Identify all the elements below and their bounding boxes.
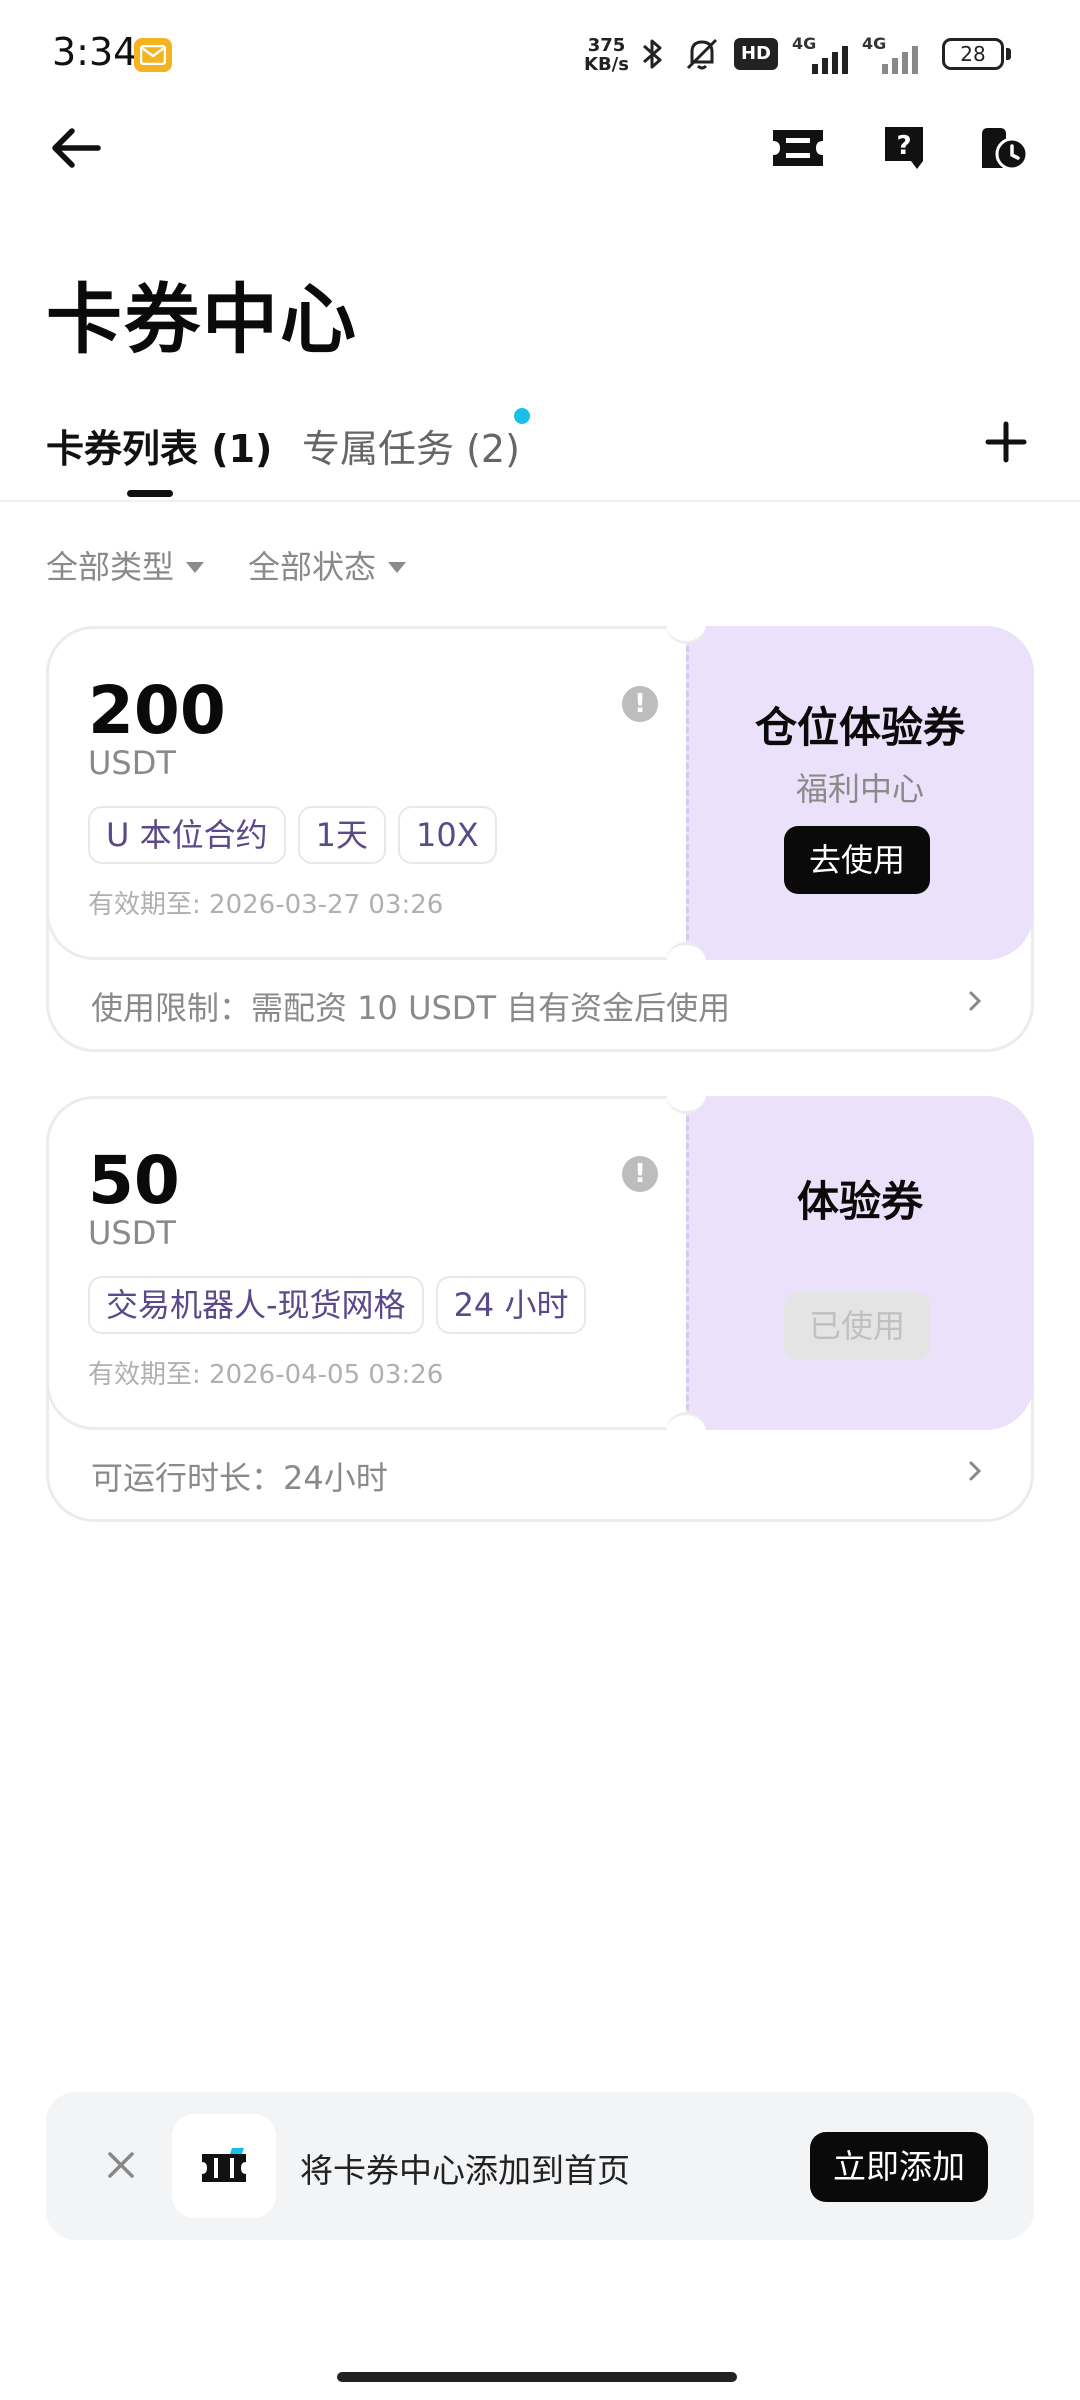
coupon-validity: 有效期至: 2026-03-27 03:26 [88,890,444,920]
notch [666,1074,706,1114]
coupon-card-body: 体验券 已使用 50 USDT ! 交易机器人-现货网格 24 小时 有效期至:… [46,1074,1034,1452]
notch [666,1412,706,1452]
coupon-tags: 交易机器人-现货网格 24 小时 [88,1276,587,1334]
net-speed: 375 KB/s [584,36,629,74]
notification-dot [514,408,530,424]
svg-text:?: ? [896,131,911,161]
coupon-footer-text: 使用限制：需配资 10 USDT 自有资金后使用 [91,989,731,1027]
coupon-card-right: 仓位体验券 福利中心 去使用 [686,626,1034,960]
battery-tip [1006,48,1011,60]
coupon-tag: 交易机器人-现货网格 [88,1276,424,1334]
app-icon [172,2114,276,2218]
home-indicator[interactable] [337,2372,737,2382]
hd-badge: HD [734,38,778,70]
filter-type-label: 全部类型 [46,548,175,586]
perforation-line [686,646,689,940]
coupon-title: 仓位体验券 [754,703,965,752]
coupon-subtitle: 福利中心 [795,770,924,808]
mail-icon [134,38,172,72]
coupon-tag: U 本位合约 [88,806,286,864]
chevron-right-icon[interactable] [967,1459,983,1487]
add-button[interactable] [978,414,1034,470]
filter-status-label: 全部状态 [248,548,377,586]
banner-text: 将卡券中心添加到首页 [300,2151,630,2190]
battery-icon: 28 [942,38,1004,70]
signal-icon [864,44,926,78]
help-button[interactable]: ? [874,118,934,178]
status-bar: 3:34 375 KB/s HD 4G 4G 28 [0,0,1080,110]
use-coupon-button[interactable]: 去使用 [784,826,930,894]
status-time: 3:34 [52,30,138,74]
coupon-card-body: 仓位体验券 福利中心 去使用 200 USDT ! U 本位合约 1天 10X … [46,604,1034,982]
help-icon: ? [885,127,923,169]
coupon-card[interactable]: 体验券 已使用 50 USDT ! 交易机器人-现货网格 24 小时 有效期至:… [46,1074,1034,1522]
add-to-home-banner: 将卡券中心添加到首页 立即添加 [46,2092,1034,2240]
mute-bell-icon [684,36,720,76]
filter-status[interactable]: 全部状态 [248,542,407,588]
net-speed-value: 375 [587,35,626,56]
plus-icon [985,421,1027,463]
coupon-footer-text: 可运行时长：24小时 [91,1459,388,1497]
tab-exclusive-tasks[interactable]: 专属任务 (2) [302,418,520,473]
coupon-tags: U 本位合约 1天 10X [88,806,497,864]
caret-down-icon [388,561,407,573]
coupon-unit: USDT [88,1214,176,1252]
close-icon [108,2152,134,2178]
coupon-card[interactable]: 仓位体验券 福利中心 去使用 200 USDT ! U 本位合约 1天 10X … [46,604,1034,1052]
coupon-validity: 有效期至: 2026-04-05 03:26 [88,1360,444,1390]
tab-coupon-list[interactable]: 卡券列表 (1) [46,418,272,473]
banner-close-button[interactable] [96,2140,146,2190]
perforation-line [686,1116,689,1410]
net-speed-unit: KB/s [584,54,629,75]
chevron-right-icon[interactable] [967,989,983,1017]
coupon-card-right: 体验券 已使用 [686,1096,1034,1430]
coupon-amount: 50 [88,1142,180,1219]
coupon-unit: USDT [88,744,176,782]
notch [666,604,706,644]
coupon-title: 体验券 [796,1177,923,1226]
info-icon[interactable]: ! [622,1156,658,1192]
add-now-button[interactable]: 立即添加 [810,2132,988,2202]
tab-divider [0,500,1080,502]
caret-down-icon [186,561,205,573]
tab-active-indicator [127,490,173,497]
signal-icon [794,44,856,78]
ticket-icon [773,130,823,166]
info-icon[interactable]: ! [622,686,658,722]
coupon-tag: 10X [397,806,497,864]
history-icon [982,128,1029,171]
page-title: 卡券中心 [46,275,358,364]
arrow-left-icon [52,128,101,168]
coupon-button[interactable] [768,118,828,178]
coupon-amount: 200 [88,672,226,749]
back-button[interactable] [46,118,106,178]
coupon-tag: 24 小时 [435,1276,587,1334]
history-button[interactable] [974,118,1034,178]
coupon-app-icon [202,2148,246,2182]
coupon-tag: 1天 [297,806,386,864]
notch [666,942,706,982]
bluetooth-icon [640,36,666,76]
filter-type[interactable]: 全部类型 [46,542,205,588]
used-coupon-button: 已使用 [784,1292,930,1360]
